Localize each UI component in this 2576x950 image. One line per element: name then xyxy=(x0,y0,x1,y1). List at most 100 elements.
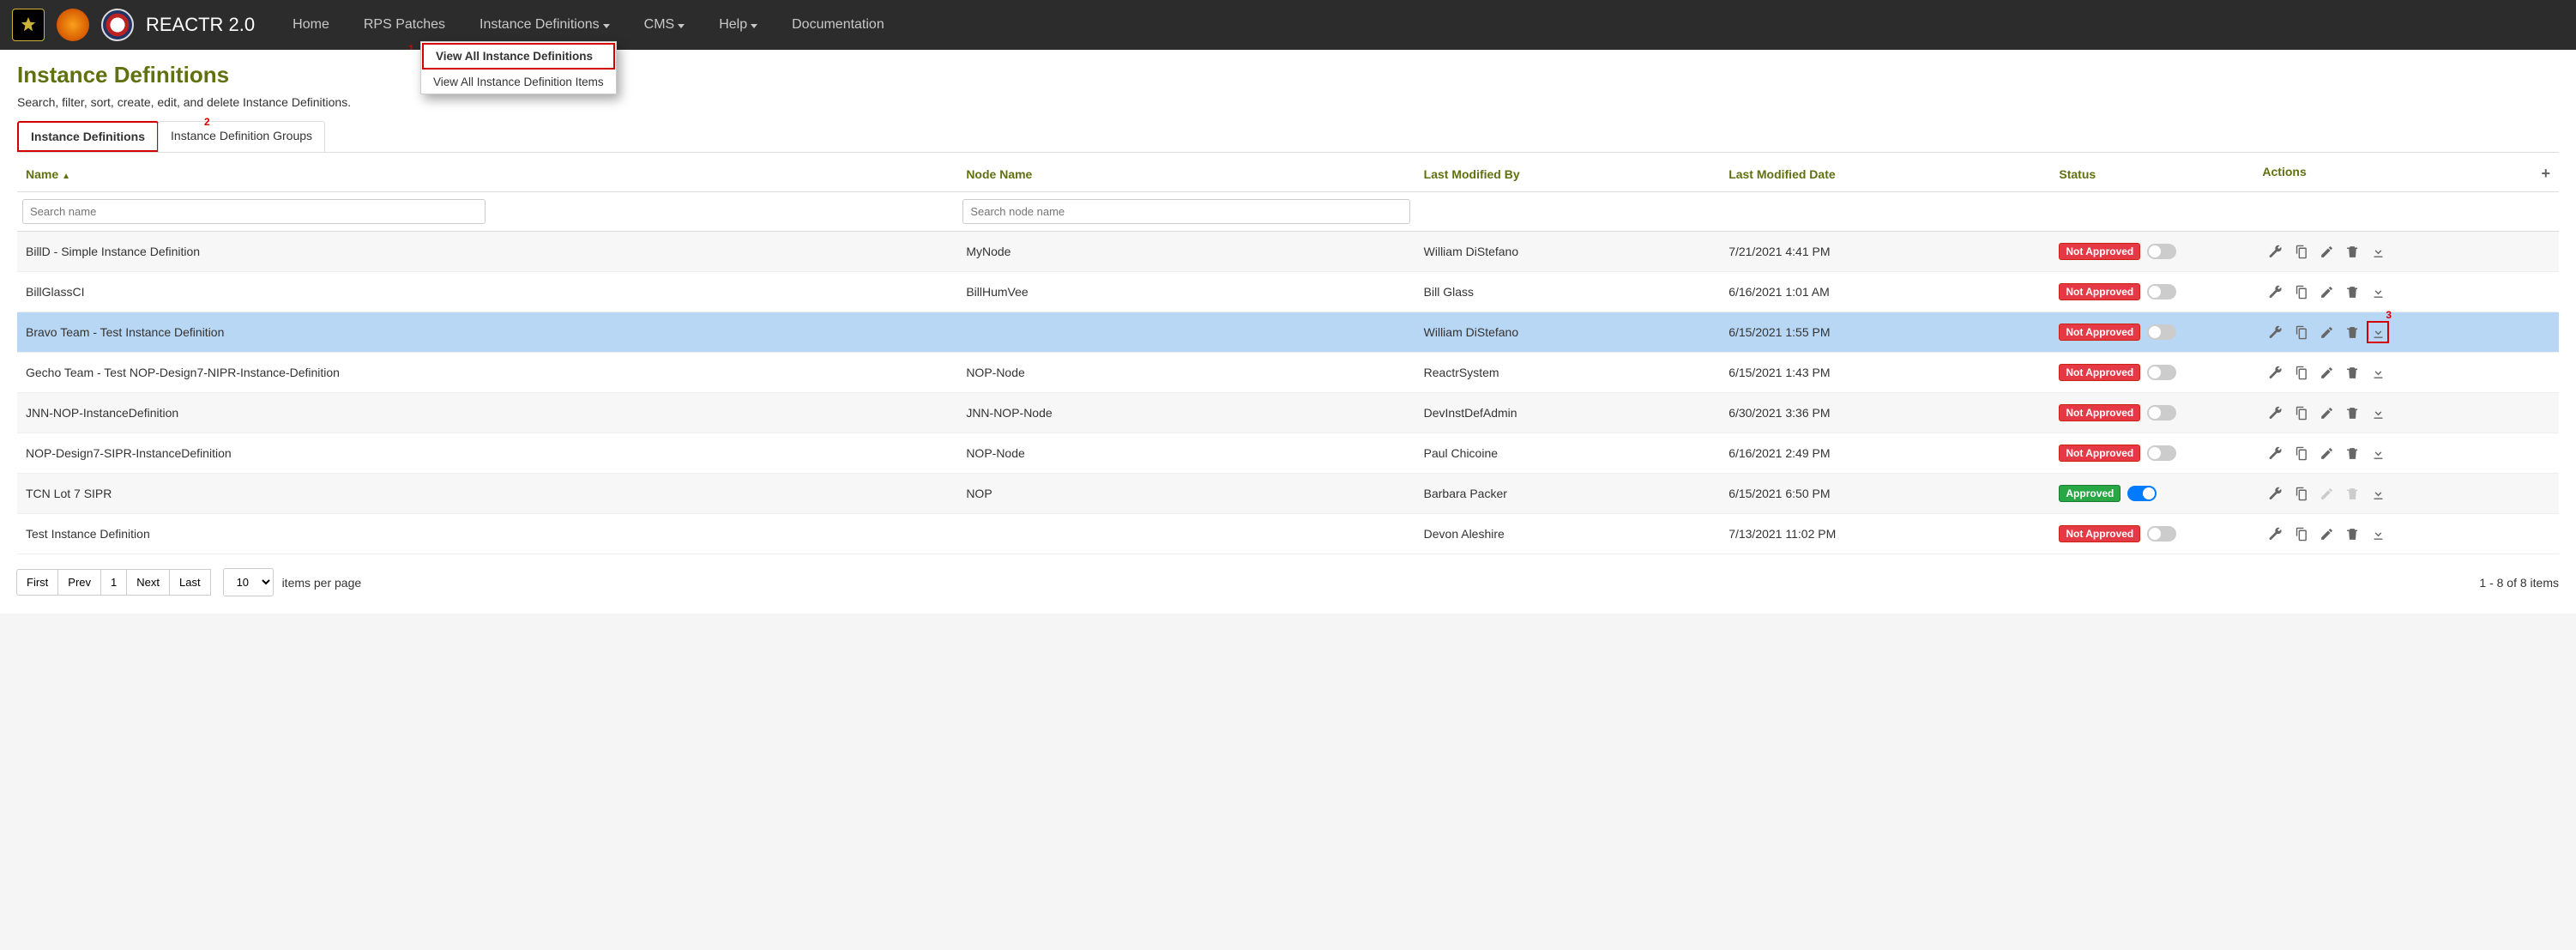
nav-help[interactable]: Help xyxy=(702,2,775,48)
dropdown-item-0[interactable]: View All Instance Definitions xyxy=(422,43,615,70)
configure-button[interactable] xyxy=(2264,402,2286,424)
edit-button[interactable] xyxy=(2315,240,2338,263)
cell-node xyxy=(957,312,1415,353)
table-row[interactable]: Test Instance DefinitionDevon Aleshire7/… xyxy=(17,514,2559,554)
copy-button[interactable] xyxy=(2289,442,2312,464)
download-button[interactable] xyxy=(2367,523,2389,545)
table-row[interactable]: TCN Lot 7 SIPRNOPBarbara Packer6/15/2021… xyxy=(17,474,2559,514)
cell-node: BillHumVee xyxy=(957,272,1415,312)
cell-date: 6/16/2021 1:01 AM xyxy=(1720,272,2050,312)
search-name-input[interactable] xyxy=(22,199,486,224)
download-button[interactable] xyxy=(2367,442,2389,464)
dropdown-item-1[interactable]: View All Instance Definition Items xyxy=(421,70,616,94)
delete-button[interactable] xyxy=(2341,523,2363,545)
nav-documentation[interactable]: Documentation xyxy=(775,2,902,48)
col-last-modified-by[interactable]: Last Modified By xyxy=(1415,153,1721,192)
download-button[interactable] xyxy=(2367,240,2389,263)
cell-name: BillGlassCI xyxy=(17,272,957,312)
configure-button[interactable] xyxy=(2264,240,2286,263)
delete-button[interactable] xyxy=(2341,442,2363,464)
pager-next[interactable]: Next xyxy=(126,569,170,596)
approve-toggle[interactable] xyxy=(2147,244,2176,259)
delete-button[interactable] xyxy=(2341,240,2363,263)
search-node-input[interactable] xyxy=(962,199,1409,224)
table-row[interactable]: BillD - Simple Instance DefinitionMyNode… xyxy=(17,232,2559,272)
cell-date: 6/15/2021 1:55 PM xyxy=(1720,312,2050,353)
sort-asc-icon: ▲ xyxy=(62,172,70,181)
delete-button[interactable] xyxy=(2341,281,2363,303)
edit-button[interactable] xyxy=(2315,402,2338,424)
configure-button[interactable] xyxy=(2264,442,2286,464)
copy-button[interactable] xyxy=(2289,402,2312,424)
cell-name: NOP-Design7-SIPR-InstanceDefinition xyxy=(17,433,957,474)
approve-toggle[interactable] xyxy=(2127,486,2157,501)
delete-button[interactable] xyxy=(2341,321,2363,343)
approve-toggle[interactable] xyxy=(2147,324,2176,340)
copy-button[interactable] xyxy=(2289,321,2312,343)
download-button[interactable] xyxy=(2367,321,2389,343)
edit-button[interactable] xyxy=(2315,361,2338,384)
table-row[interactable]: JNN-NOP-InstanceDefinitionJNN-NOP-NodeDe… xyxy=(17,393,2559,433)
edit-button[interactable] xyxy=(2315,321,2338,343)
configure-button[interactable] xyxy=(2264,482,2286,505)
col-name[interactable]: Name▲ xyxy=(17,153,957,192)
col-actions[interactable]: Actions+ xyxy=(2253,153,2559,192)
table-row[interactable]: Gecho Team - Test NOP-Design7-NIPR-Insta… xyxy=(17,353,2559,393)
download-button[interactable] xyxy=(2367,281,2389,303)
configure-button[interactable] xyxy=(2264,361,2286,384)
copy-button[interactable] xyxy=(2289,281,2312,303)
approve-toggle[interactable] xyxy=(2147,445,2176,461)
configure-button[interactable] xyxy=(2264,523,2286,545)
edit-button xyxy=(2315,482,2338,505)
copy-button[interactable] xyxy=(2289,482,2312,505)
edit-button[interactable] xyxy=(2315,523,2338,545)
col-last-modified-date[interactable]: Last Modified Date xyxy=(1720,153,2050,192)
configure-button[interactable] xyxy=(2264,321,2286,343)
configure-button[interactable] xyxy=(2264,281,2286,303)
pager: FirstPrev1NextLast 10 items per page 1 -… xyxy=(17,568,2559,596)
pager-prev[interactable]: Prev xyxy=(57,569,101,596)
cell-status: Not Approved xyxy=(2050,433,2253,474)
cell-node xyxy=(957,514,1415,554)
download-button[interactable] xyxy=(2367,402,2389,424)
download-button[interactable] xyxy=(2367,361,2389,384)
cell-date: 7/13/2021 11:02 PM xyxy=(1720,514,2050,554)
approve-toggle[interactable] xyxy=(2147,405,2176,421)
cell-user: Barbara Packer xyxy=(1415,474,1721,514)
edit-button[interactable] xyxy=(2315,281,2338,303)
cell-node: NOP-Node xyxy=(957,433,1415,474)
nav-home[interactable]: Home xyxy=(275,2,347,48)
nav-cms[interactable]: CMS xyxy=(627,2,703,48)
table-row[interactable]: NOP-Design7-SIPR-InstanceDefinitionNOP-N… xyxy=(17,433,2559,474)
copy-button[interactable] xyxy=(2289,523,2312,545)
cell-user: DevInstDefAdmin xyxy=(1415,393,1721,433)
pager-first[interactable]: First xyxy=(16,569,58,596)
tab-instance-definitions[interactable]: Instance Definitions xyxy=(17,121,159,152)
approve-toggle[interactable] xyxy=(2147,526,2176,542)
cell-date: 6/16/2021 2:49 PM xyxy=(1720,433,2050,474)
add-definition-button[interactable]: + xyxy=(2541,165,2550,183)
cell-date: 6/15/2021 1:43 PM xyxy=(1720,353,2050,393)
approve-toggle[interactable] xyxy=(2147,284,2176,300)
page-size-select[interactable]: 10 xyxy=(223,568,274,596)
col-node-name[interactable]: Node Name xyxy=(957,153,1415,192)
copy-button[interactable] xyxy=(2289,361,2312,384)
cell-name: BillD - Simple Instance Definition xyxy=(17,232,957,272)
table-row[interactable]: BillGlassCIBillHumVeeBill Glass6/16/2021… xyxy=(17,272,2559,312)
table-row[interactable]: Bravo Team - Test Instance DefinitionWil… xyxy=(17,312,2559,353)
cell-user: Bill Glass xyxy=(1415,272,1721,312)
tab-instance-definition-groups[interactable]: Instance Definition Groups xyxy=(158,121,325,152)
approve-toggle[interactable] xyxy=(2147,365,2176,380)
delete-button[interactable] xyxy=(2341,361,2363,384)
pager-1[interactable]: 1 xyxy=(100,569,127,596)
cell-node: NOP-Node xyxy=(957,353,1415,393)
col-status[interactable]: Status xyxy=(2050,153,2253,192)
download-button[interactable] xyxy=(2367,482,2389,505)
pager-last[interactable]: Last xyxy=(169,569,211,596)
cell-node: NOP xyxy=(957,474,1415,514)
tabs: Instance DefinitionsInstance Definition … xyxy=(17,121,2559,153)
copy-button[interactable] xyxy=(2289,240,2312,263)
edit-button[interactable] xyxy=(2315,442,2338,464)
cell-name: Bravo Team - Test Instance Definition xyxy=(17,312,957,353)
delete-button[interactable] xyxy=(2341,402,2363,424)
